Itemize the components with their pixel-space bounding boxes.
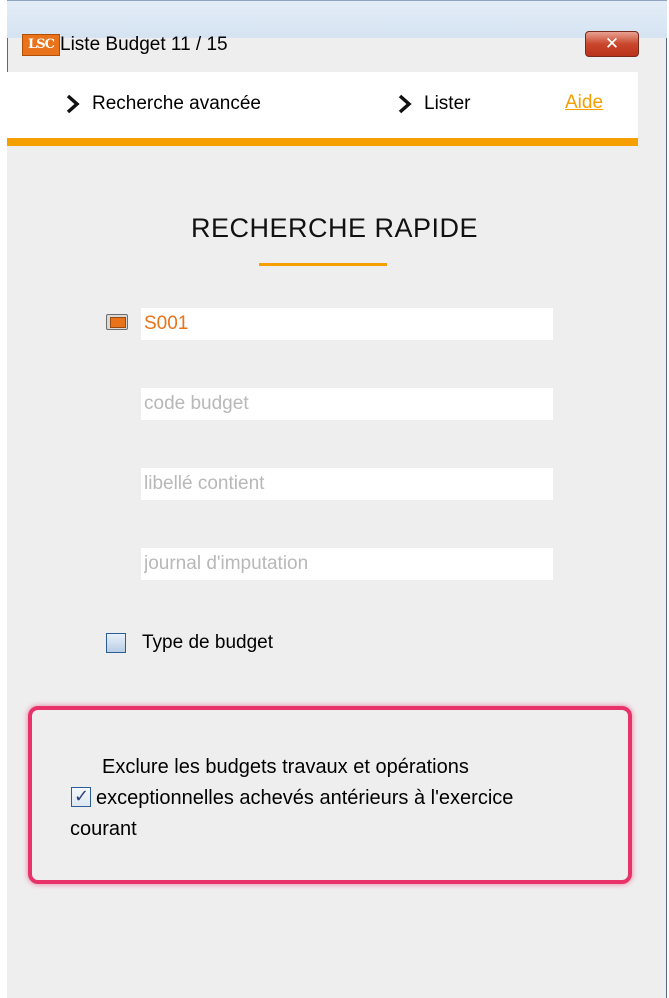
exclude-label-line1: Exclure les budgets travaux et opération… [102, 756, 469, 778]
help-link[interactable]: Aide [565, 92, 603, 114]
title-bar [7, 0, 667, 38]
exclude-label-line2: exceptionnelles achevés antérieurs à l'e… [96, 787, 514, 809]
list-link[interactable]: Lister [398, 92, 470, 116]
title-underline [259, 263, 387, 266]
advanced-search-label: Recherche avancée [92, 93, 261, 114]
dropdown-menu-icon[interactable] [106, 314, 128, 330]
window-title: Liste Budget 11 / 15 [60, 34, 228, 55]
filter-value-field[interactable] [141, 308, 553, 340]
chevron-right-icon [66, 94, 80, 114]
close-button[interactable]: ✕ [585, 31, 639, 57]
advanced-search-link[interactable]: Recherche avancée [66, 92, 261, 116]
checkmark-icon: ✓ [74, 786, 90, 806]
libelle-contains-field[interactable] [141, 468, 553, 500]
menu-accent-line [7, 138, 638, 146]
code-budget-field[interactable] [141, 388, 553, 420]
budget-type-checkbox[interactable] [106, 633, 126, 653]
exclude-budgets-checkbox[interactable]: ✓ [71, 786, 91, 807]
app-logo-text: LSC [22, 34, 60, 56]
page-title: RECHERCHE RAPIDE [190, 213, 479, 243]
exclude-label-line3: courant [70, 818, 137, 840]
app-logo: LSC [22, 34, 60, 56]
budget-type-label: Type de budget [142, 632, 273, 653]
chevron-right-icon [398, 94, 412, 114]
list-label: Lister [424, 93, 471, 114]
journal-imputation-field[interactable] [141, 548, 553, 580]
